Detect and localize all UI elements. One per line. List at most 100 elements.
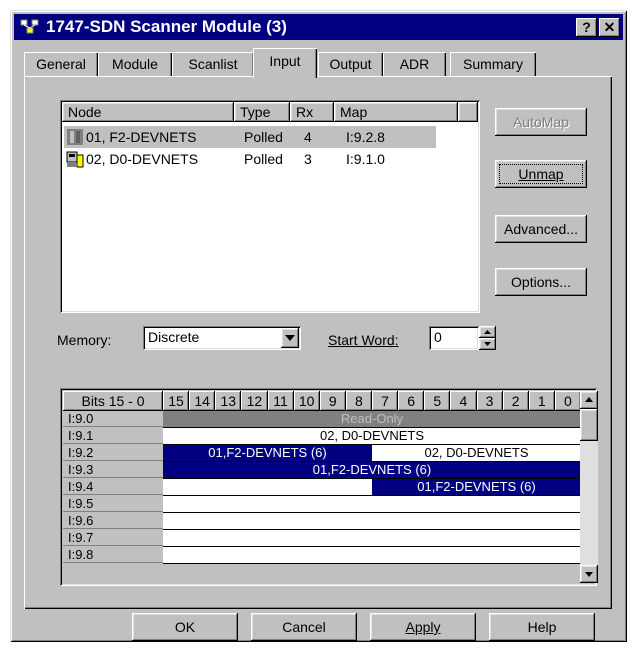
tab-adr[interactable]: ADR [383, 52, 446, 76]
start-word-spinner[interactable]: 0 [429, 326, 479, 350]
bit-segment[interactable]: 02, D0-DEVNETS [163, 428, 581, 444]
help-title-button[interactable]: ? [576, 18, 597, 37]
grid-scrollbar[interactable] [580, 391, 598, 583]
bit-header-1: 1 [528, 391, 555, 411]
bit-row[interactable]: 01,F2-DEVNETS (6) 02, D0-DEVNETS [163, 445, 581, 462]
row-address-label: I:9.2 [63, 445, 163, 461]
spin-up-button[interactable] [479, 326, 496, 338]
row-address-label: I:9.8 [63, 547, 163, 563]
device-list[interactable]: Node Type Rx Map 01, F2-DEVNETS Polled 4… [60, 100, 480, 313]
scroll-thumb[interactable] [580, 409, 598, 441]
device-row[interactable]: 01, F2-DEVNETS Polled 4 I:9.2.8 [64, 126, 436, 148]
arrow-down-icon [484, 342, 491, 346]
row-address-label: I:9.4 [63, 479, 163, 495]
bit-row[interactable] [163, 547, 581, 564]
row-address-label: I:9.7 [63, 530, 163, 546]
spin-down-button[interactable] [479, 338, 496, 350]
row-address-label: I:9.5 [63, 496, 163, 512]
apply-label: Apply [405, 619, 441, 635]
device-module-icon [67, 129, 83, 145]
network-app-icon [20, 19, 39, 34]
column-header-map[interactable]: Map [334, 102, 458, 122]
column-header-node[interactable]: Node [62, 102, 234, 122]
cancel-button[interactable]: Cancel [251, 613, 357, 641]
bit-header-9: 9 [319, 391, 346, 411]
bit-row[interactable]: 01,F2-DEVNETS (6) [163, 462, 581, 479]
bit-header-5: 5 [424, 391, 451, 411]
bit-header-3: 3 [476, 391, 503, 411]
start-word-label: Start Word: [328, 332, 399, 348]
options-button[interactable]: Options... [495, 268, 587, 296]
column-header-type[interactable]: Type [234, 102, 290, 122]
bit-header-13: 13 [215, 391, 242, 411]
device-type: Polled [244, 151, 283, 167]
bit-segment[interactable]: Read-Only [163, 411, 581, 427]
bit-segment[interactable]: 01,F2-DEVNETS (6) [372, 479, 581, 495]
title-bar[interactable]: 1747-SDN Scanner Module (3) ? ✕ [14, 14, 623, 40]
scroll-down-button[interactable] [580, 565, 598, 583]
tab-summary[interactable]: Summary [450, 52, 536, 76]
advanced-button[interactable]: Advanced... [495, 215, 587, 243]
bit-map-grid[interactable]: Bits 15 - 0 15 14 13 12 11 10 9 8 7 6 5 4 3 2 1 0 I:9.0… [60, 388, 598, 586]
bit-segment[interactable]: 01,F2-DEVNETS (6) [163, 445, 372, 461]
scroll-up-button[interactable] [580, 391, 598, 409]
bit-row[interactable] [163, 530, 581, 547]
tab-input[interactable]: Input [253, 48, 317, 78]
bit-header-0: 0 [554, 391, 581, 411]
bit-row[interactable] [163, 496, 581, 513]
column-header-filler [458, 102, 478, 122]
automap-button[interactable]: AutoMap [495, 108, 587, 136]
device-rx: 3 [304, 151, 312, 167]
bits-header: Bits 15 - 0 [63, 391, 163, 411]
memory-value: Discrete [148, 329, 200, 345]
ok-button[interactable]: OK [132, 613, 238, 641]
start-word-value: 0 [434, 329, 442, 345]
unmap-label: Unmap [518, 166, 564, 182]
memory-label: Memory: [57, 332, 112, 348]
help-button[interactable]: Help [489, 613, 595, 641]
window-title: 1747-SDN Scanner Module (3) [46, 17, 287, 36]
device-node: 02, D0-DEVNETS [86, 151, 199, 167]
bit-header-4: 4 [450, 391, 477, 411]
row-address-label: I:9.1 [63, 428, 163, 444]
device-row[interactable]: 02, D0-DEVNETS Polled 3 I:9.1.0 [64, 148, 436, 170]
tab-output[interactable]: Output [318, 52, 383, 76]
dropdown-arrow-button[interactable] [281, 328, 299, 348]
bit-header-2: 2 [502, 391, 529, 411]
bit-header-10: 10 [293, 391, 320, 411]
dialog-window: 1747-SDN Scanner Module (3) ? ✕ General … [10, 10, 627, 642]
bit-row[interactable]: 02, D0-DEVNETS [163, 428, 581, 445]
tab-general[interactable]: General [24, 52, 98, 76]
bit-header-15: 15 [163, 391, 190, 411]
row-address-label: I:9.6 [63, 513, 163, 529]
device-plc-icon [66, 151, 84, 168]
bit-row[interactable]: Read-Only [163, 411, 581, 428]
bit-header-8: 8 [345, 391, 372, 411]
bit-segment[interactable]: 02, D0-DEVNETS [372, 445, 581, 461]
bit-row[interactable] [163, 513, 581, 530]
bit-header-11: 11 [267, 391, 294, 411]
arrow-up-icon [585, 397, 593, 402]
device-map: I:9.2.8 [346, 129, 385, 145]
column-header-rx[interactable]: Rx [290, 102, 334, 122]
bit-header-6: 6 [398, 391, 425, 411]
row-address-label: I:9.0 [63, 411, 163, 427]
device-node: 01, F2-DEVNETS [86, 129, 197, 145]
unmap-button[interactable]: Unmap [495, 160, 587, 188]
device-rx: 4 [304, 129, 312, 145]
bit-header-12: 12 [241, 391, 268, 411]
tab-scanlist[interactable]: Scanlist [172, 52, 254, 76]
bit-segment[interactable] [163, 479, 372, 495]
bit-header-14: 14 [189, 391, 216, 411]
device-map: I:9.1.0 [346, 151, 385, 167]
apply-button[interactable]: Apply [370, 613, 476, 641]
device-type: Polled [244, 129, 283, 145]
close-title-button[interactable]: ✕ [599, 18, 620, 37]
tab-module[interactable]: Module [98, 52, 172, 76]
chevron-down-icon [285, 335, 295, 341]
row-address-label: I:9.3 [63, 462, 163, 478]
bit-row[interactable]: 01,F2-DEVNETS (6) [163, 479, 581, 496]
arrow-down-icon [585, 572, 593, 577]
memory-dropdown[interactable]: Discrete [143, 326, 301, 350]
bit-segment[interactable]: 01,F2-DEVNETS (6) [163, 462, 581, 478]
